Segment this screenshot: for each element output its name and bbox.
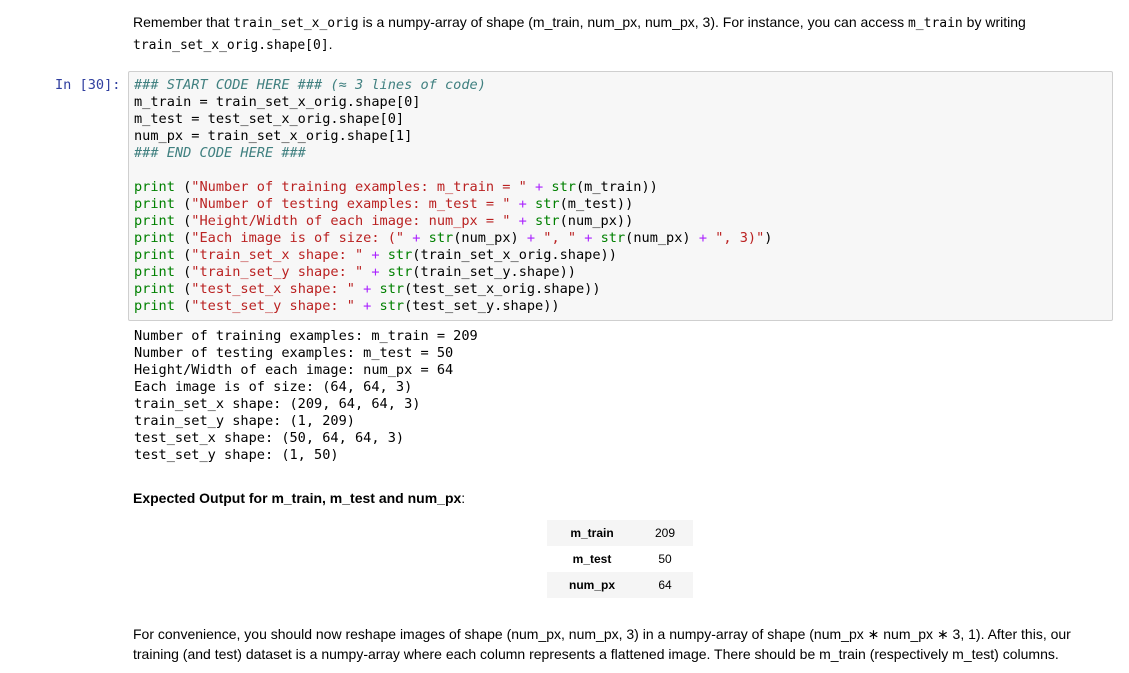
cell-prompt: In [30]: <box>55 77 121 93</box>
table-key: num_px <box>568 578 615 592</box>
expected-output-table: m_train 209 m_test 50 num_px 64 <box>547 520 693 598</box>
table-key: m_train <box>570 526 614 540</box>
intro-paragraph: Remember that train_set_x_orig is a nump… <box>133 12 1083 56</box>
code-line: print ("Height/Width of each image: num_… <box>134 213 634 229</box>
code-line: print ("test_set_x shape: " + str(test_s… <box>134 281 601 297</box>
code-line: ### START CODE HERE ### (≈ 3 lines of co… <box>134 77 486 93</box>
inline-code: train_set_x_orig.shape[0] <box>133 38 329 53</box>
code-line: m_test = test_set_x_orig.shape[0] <box>134 111 405 127</box>
expected-output-heading: Expected Output for m_train, m_test and … <box>133 488 465 508</box>
output-line: train_set_y shape: (1, 209) <box>134 413 355 429</box>
code-editor[interactable]: ### START CODE HERE ### (≈ 3 lines of co… <box>134 77 772 315</box>
output-line: Number of testing examples: m_test = 50 <box>134 345 454 361</box>
code-line: print ("Number of training examples: m_t… <box>134 179 658 195</box>
output-line: test_set_y shape: (1, 50) <box>134 447 339 463</box>
convenience-paragraph: For convenience, you should now reshape … <box>133 626 1071 662</box>
table-value: 50 <box>658 552 672 566</box>
table-row: m_test 50 <box>547 546 693 572</box>
code-line: print ("test_set_y shape: " + str(test_s… <box>134 298 560 314</box>
intro-text: Remember that <box>133 14 234 30</box>
table-value: 209 <box>654 526 676 540</box>
code-line: m_train = train_set_x_orig.shape[0] <box>134 94 421 110</box>
table-row: m_train 209 <box>547 520 693 546</box>
intro-text: is a numpy-array of shape (m_train, num_… <box>358 14 908 30</box>
expected-heading-text: Expected Output for m_train, m_test and … <box>133 490 462 506</box>
code-line: print ("Number of testing examples: m_te… <box>134 196 634 212</box>
code-line: print ("train_set_y shape: " + str(train… <box>134 264 576 280</box>
code-line: print ("Each image is of size: (" + str(… <box>134 230 773 246</box>
table-row: num_px 64 <box>547 572 693 598</box>
table-value: 64 <box>658 578 672 592</box>
code-line: num_px = train_set_x_orig.shape[1] <box>134 128 413 144</box>
intro-text: . <box>328 36 333 52</box>
inline-code: m_train <box>907 16 963 31</box>
output-line: Number of training examples: m_train = 2… <box>134 328 478 344</box>
intro-text: by writing <box>962 14 1026 30</box>
inline-code: train_set_x_orig <box>233 16 359 31</box>
output-line: train_set_x shape: (209, 64, 64, 3) <box>134 396 421 412</box>
code-line: print ("train_set_x shape: " + str(train… <box>134 247 617 263</box>
output-line: Height/Width of each image: num_px = 64 <box>134 362 454 378</box>
output-line: Each image is of size: (64, 64, 3) <box>134 379 413 395</box>
output-line: test_set_x shape: (50, 64, 64, 3) <box>134 430 405 446</box>
cell-output: Number of training examples: m_train = 2… <box>134 328 478 464</box>
table-key: m_test <box>572 552 612 566</box>
code-line: ### END CODE HERE ### <box>134 145 306 161</box>
expected-heading-colon: : <box>461 490 466 506</box>
